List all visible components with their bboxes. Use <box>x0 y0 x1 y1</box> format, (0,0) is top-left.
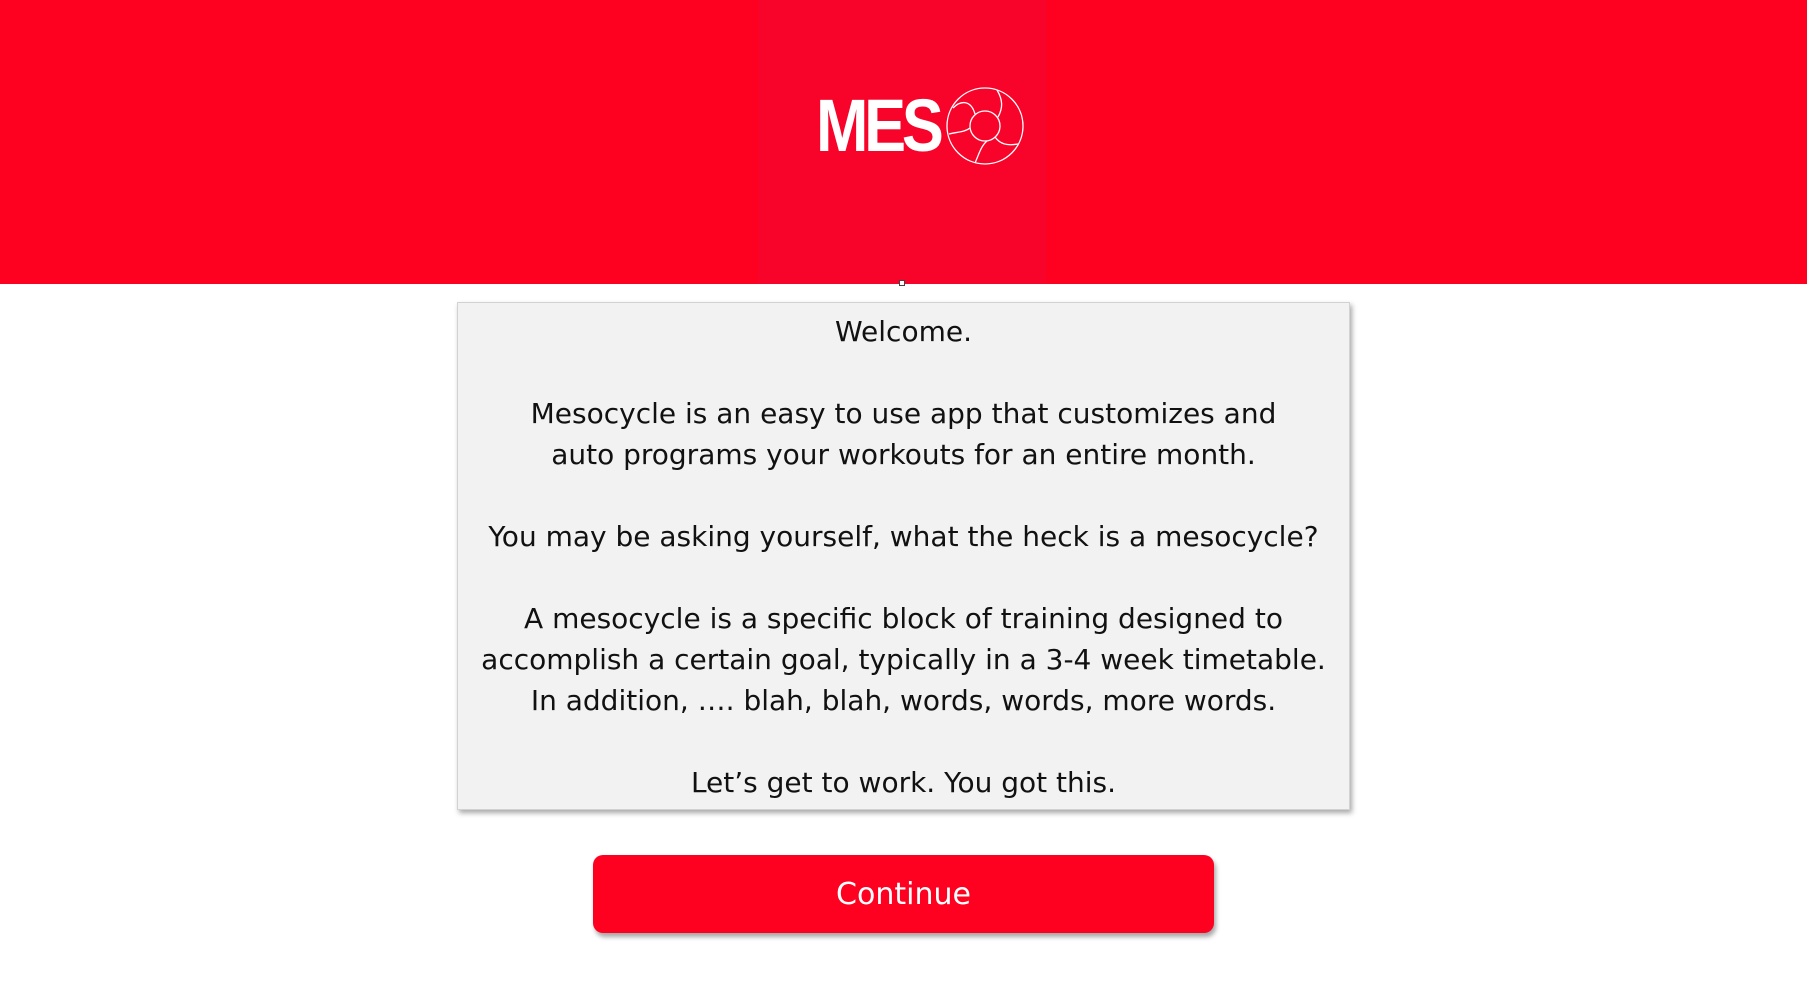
cycle-ring-icon <box>945 86 1025 166</box>
app-logo: MES <box>816 86 1025 166</box>
question-paragraph: You may be asking yourself, what the hec… <box>488 520 1319 553</box>
welcome-screen: MES Welcome. Mesocycle is an easy to use… <box>0 0 1807 1006</box>
header-banner: MES <box>0 0 1807 284</box>
resize-handle <box>899 280 905 286</box>
intro-paragraph: Mesocycle is an easy to use app that cus… <box>530 397 1277 471</box>
definition-paragraph: A mesocycle is a specific block of train… <box>481 602 1326 717</box>
logo-text: MES <box>816 84 944 167</box>
closing-paragraph: Let’s get to work. You got this. <box>690 766 1117 799</box>
continue-button[interactable]: Continue <box>593 855 1214 933</box>
welcome-heading: Welcome. <box>835 315 972 348</box>
welcome-card: Welcome. Mesocycle is an easy to use app… <box>457 302 1350 810</box>
